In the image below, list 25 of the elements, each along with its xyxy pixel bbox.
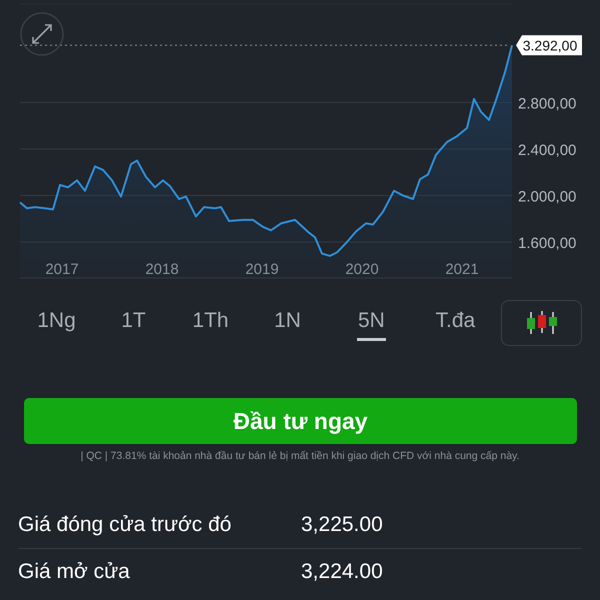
expand-icon[interactable] [20,12,64,56]
y-axis-label: 2.000,00 [518,188,576,206]
chart-type-button[interactable] [501,300,582,346]
period-tab[interactable]: 1N [249,304,326,342]
x-axis-label: 2018 [145,261,179,278]
x-axis-label: 2021 [445,261,479,278]
period-tab[interactable]: 1Ng [18,304,95,342]
x-axis-label: 2019 [245,261,279,278]
y-axis-label: 1.600,00 [518,234,576,252]
stat-value: 3,225.00 [301,513,383,537]
period-tab[interactable]: T.đa [416,304,494,342]
disclaimer-text: | QC | 73.81% tài khoản nhà đầu tư bán lẻ bị mất tiền khi giao dịch CFD với nhà cung cấp này. [80,450,520,462]
price-tag: 3.292,00 [516,35,582,56]
period-tab[interactable]: 5N [357,305,386,341]
y-axis-label: 2.800,00 [518,95,576,112]
stat-label: Giá đóng cửa trước đó [18,513,232,537]
candlestick-icon [524,310,558,336]
y-axis-label: 2.400,00 [518,142,576,159]
period-tab[interactable]: 1Th [172,304,249,342]
ref-line-label: 3.292,00 [522,37,578,54]
x-axis-label: 2020 [345,261,379,278]
x-axis-label: 2017 [45,261,79,278]
period-tab[interactable]: 1T [95,304,172,342]
stat-label: Giá mở cửa [18,560,131,584]
stat-value: 3,224.00 [301,560,383,584]
